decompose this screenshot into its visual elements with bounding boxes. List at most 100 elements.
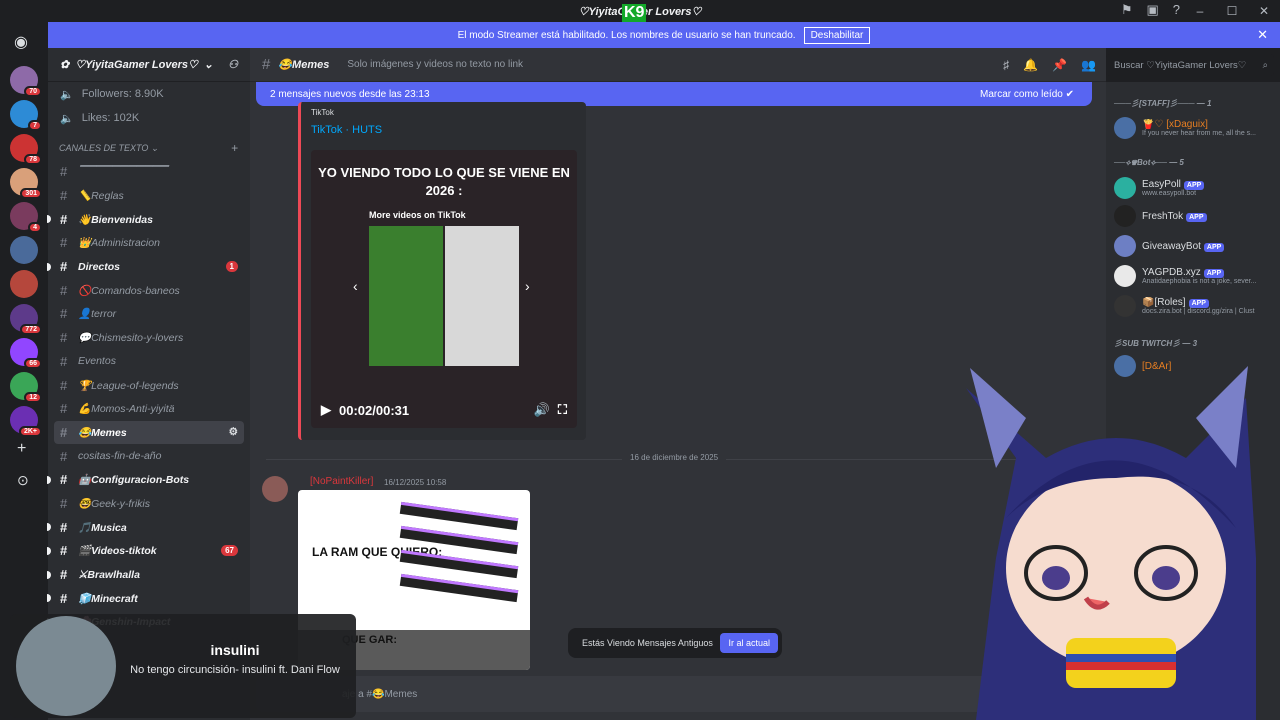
bell-icon[interactable]: 🔔	[1023, 58, 1038, 72]
channel-item[interactable]: # 🧊Minecraft	[47, 586, 250, 610]
hash-icon: #	[60, 306, 68, 322]
flag-icon[interactable]: ⚑	[1121, 2, 1133, 18]
server-badge: 78	[24, 154, 42, 165]
search-input[interactable]: Buscar ♡YiyitaGamer Lovers♡ ⌕	[1106, 54, 1274, 76]
stat-label: Followers: 8.90K	[81, 88, 164, 100]
server-icon[interactable]: 70	[10, 66, 42, 97]
embed-provider: TikTok	[311, 108, 334, 117]
channel-item[interactable]: # Directos 1	[47, 255, 250, 279]
server-icon[interactable]: 12	[10, 372, 42, 403]
jump-to-present-button[interactable]: Ir al actual	[720, 633, 778, 653]
hash-icon: #	[262, 56, 271, 73]
tiktok-embed: TikTok TikTok · HUTS YO VIENDO TODO LO Q…	[298, 102, 586, 440]
role-header: 彡SUB TWITCH彡 — 3	[1114, 339, 1198, 348]
pin-icon[interactable]: 📌	[1052, 58, 1067, 72]
member-item[interactable]: EasyPoll APP www.easypoll.bot	[1114, 176, 1280, 200]
stat-channel[interactable]: 🔈 Followers: 8.90K	[48, 82, 250, 106]
old-messages-text: Estás Viendo Mensajes Antiguos	[582, 638, 713, 648]
discord-home-icon[interactable]: ◉	[14, 32, 28, 52]
member-item[interactable]: 🍟♡ [xDaguix] If you never hear from me, a…	[1114, 116, 1280, 140]
server-icon[interactable]: 66	[10, 338, 42, 369]
member-item[interactable]: YAGPDB.xyz APP Anatidaephobia is not a jok…	[1114, 264, 1280, 288]
channel-item[interactable]: # 😂Memes ⚙	[54, 420, 244, 445]
help-icon[interactable]: ?	[1173, 2, 1180, 18]
channel-item[interactable]: # 💬Chismesito-y-lovers	[48, 326, 250, 350]
server-icon[interactable]: 772	[10, 304, 42, 335]
mark-read-button[interactable]: Marcar como leído ✔	[980, 89, 1074, 100]
header-actions: ♯ 🔔 📌 👥	[1003, 58, 1096, 72]
server-header[interactable]: ✿ ♡YiyitaGamer Lovers♡ ⌄ ⚇	[48, 48, 250, 82]
chevron-left-icon[interactable]: ‹	[353, 278, 358, 294]
channel-item[interactable]: # 📏Reglas	[48, 184, 250, 208]
add-channel-icon[interactable]: +	[231, 141, 238, 155]
chevron-right-icon[interactable]: ›	[525, 278, 530, 294]
embed-title-link[interactable]: TikTok · HUTS	[311, 124, 382, 136]
channel-name: Directos	[78, 260, 121, 273]
now-playing-overlay: insulini No tengo circuncisión- insulini…	[10, 614, 356, 718]
channel-item[interactable]: # 👋Bienvenidas	[47, 207, 250, 231]
video-thumbnail[interactable]	[445, 226, 519, 366]
channel-name: 👋Bienvenidas	[78, 213, 153, 226]
minimize-icon[interactable]: –	[1184, 4, 1216, 18]
fullscreen-icon[interactable]: ⛶	[558, 402, 567, 418]
channel-item[interactable]: # 👑Administracion	[48, 231, 250, 255]
channel-name: Eventos	[78, 355, 116, 368]
server-icon[interactable]: 2K+	[10, 406, 42, 437]
avatar	[1114, 265, 1136, 287]
channel-item[interactable]: # ▔▔▔▔▔▔▔▔▔▔▔	[48, 160, 250, 184]
channel-item[interactable]: # 🎵Musica	[47, 515, 250, 539]
close-icon[interactable]: ✕	[1257, 27, 1268, 43]
disable-streamer-button[interactable]: Deshabilitar	[803, 26, 871, 44]
server-icon[interactable]: 4	[10, 202, 42, 233]
unread-indicator	[47, 262, 51, 271]
volume-icon[interactable]: 🔊	[534, 402, 550, 418]
video-thumbnail[interactable]	[369, 226, 443, 366]
member-item[interactable]: FreshTok APP	[1114, 204, 1280, 228]
channel-item[interactable]: # 🤓Geek-y-frikis	[48, 492, 250, 516]
server-icon[interactable]: 7	[10, 100, 42, 131]
channel-item[interactable]: # ⚔Brawlhalla	[47, 563, 250, 587]
category-header[interactable]: CANALES DE TEXTO ⌄ +	[48, 136, 250, 160]
stat-channel[interactable]: 🔈 Likes: 102K	[48, 106, 250, 130]
server-icon[interactable]: 78	[10, 134, 42, 165]
album-art	[16, 616, 116, 716]
discover-icon[interactable]: ⊙	[17, 472, 29, 489]
threads-icon[interactable]: ♯	[1003, 58, 1009, 72]
channel-item[interactable]: # 🏆League-of-legends	[48, 373, 250, 397]
message-author[interactable]: [NoPaintKiller]	[310, 476, 373, 487]
server-icon[interactable]: 301	[10, 168, 42, 199]
member-item[interactable]: GiveawayBot APP	[1114, 234, 1280, 258]
speaker-icon: 🔈	[60, 112, 74, 125]
channel-item[interactable]: # cositas-fin-de-año	[48, 444, 250, 468]
unread-indicator	[47, 523, 51, 532]
channel-item[interactable]: # 🤖Configuracion-Bots	[47, 468, 250, 492]
app-badge: APP	[1188, 299, 1209, 308]
avatar	[1114, 205, 1136, 227]
server-icon[interactable]	[10, 270, 38, 298]
avatar[interactable]	[262, 476, 288, 502]
server-icon[interactable]	[10, 236, 38, 264]
close-icon[interactable]: ✕	[1248, 4, 1280, 18]
channel-name: 🧊Minecraft	[78, 592, 138, 605]
gear-icon[interactable]: ⚙	[229, 426, 238, 438]
add-member-icon[interactable]: ⚇	[228, 58, 238, 71]
inbox-icon[interactable]: ▣	[1146, 2, 1158, 18]
add-server-icon[interactable]: +	[17, 440, 26, 458]
hash-icon: #	[60, 448, 68, 464]
hash-icon: #	[60, 188, 68, 204]
channel-item[interactable]: # 👤terror	[48, 302, 250, 326]
channel-item[interactable]: # 💪Momos-Anti-yiyitä	[48, 397, 250, 421]
member-item[interactable]: 📦[Roles] APP docs.zira.bot | discord.gg/zi…	[1114, 294, 1280, 318]
play-icon[interactable]: ▶	[321, 402, 331, 418]
streamer-mode-message: El modo Streamer está habilitado. Los no…	[457, 29, 796, 41]
channel-item[interactable]: # Eventos	[48, 350, 250, 374]
channel-item[interactable]: # 🎬Videos-tiktok 67	[47, 539, 250, 563]
members-icon[interactable]: 👥	[1081, 58, 1096, 72]
video-player[interactable]: YO VIENDO TODO LO QUE SE VIENE EN 2026 :…	[311, 150, 577, 428]
role-header: ──⟡♛Bot⟡── — 5	[1114, 158, 1184, 167]
hash-icon: #	[60, 543, 68, 559]
server-icon-small: ✿	[60, 59, 70, 71]
hash-icon: #	[60, 164, 68, 180]
maximize-icon[interactable]: ☐	[1216, 4, 1248, 18]
channel-item[interactable]: # 🚫Comandos-baneos	[48, 278, 250, 302]
